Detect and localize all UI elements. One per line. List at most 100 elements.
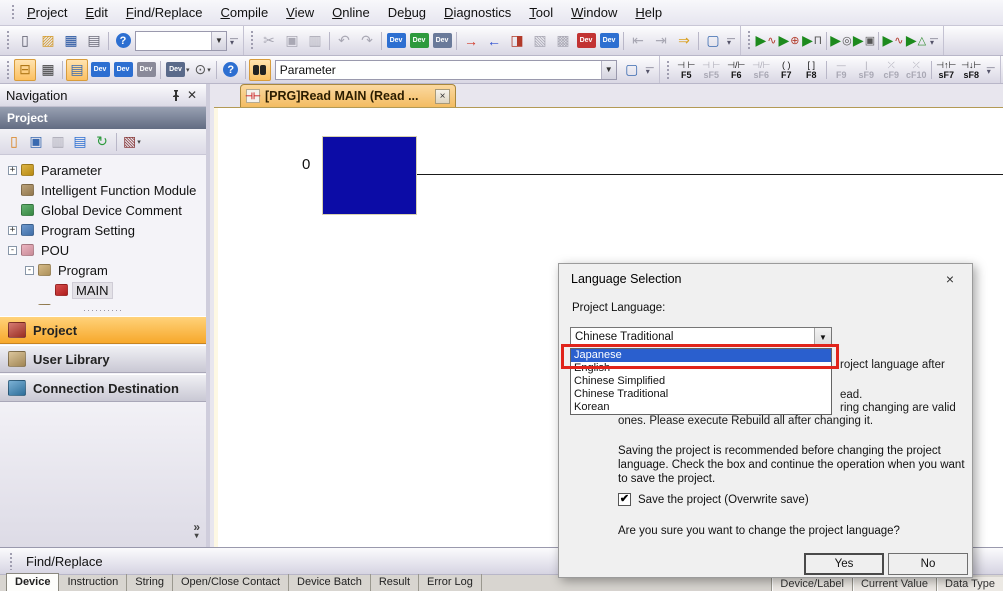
navigation-section-button[interactable]: Connection Destination (0, 374, 206, 402)
find-binoculars-icon[interactable] (249, 59, 271, 81)
ladder-cursor-cell[interactable] (322, 136, 417, 215)
device-comment-search-icon[interactable]: Dev (385, 30, 407, 52)
device-comment-icon[interactable]: Dev (89, 59, 111, 81)
device-find-icon[interactable]: ⊙▾ (193, 59, 213, 81)
jump-back-icon[interactable]: ⇤ (627, 30, 649, 52)
sampling-trace-icon[interactable]: ▶∿ (882, 30, 904, 52)
toolbar-overflow-icon[interactable]: —▾ (725, 30, 737, 52)
tree-item[interactable]: Global Device Comment (0, 200, 206, 220)
navigation-window-icon[interactable]: ⊟ (14, 59, 36, 81)
language-option[interactable]: Chinese Simplified (571, 375, 831, 388)
no-button[interactable]: No (888, 553, 968, 575)
menu-item[interactable]: Help (626, 1, 671, 24)
device-test-tool-icon[interactable]: ▶▣ (853, 30, 875, 52)
tree-item[interactable]: MAIN (0, 280, 206, 300)
menu-item[interactable]: Tool (520, 1, 562, 24)
nav-paste-icon[interactable]: ▥ (48, 131, 68, 153)
chevron-down-icon[interactable]: ▼ (211, 32, 226, 50)
nav-new-item-icon[interactable]: ▯ (4, 131, 24, 153)
nav-filter-icon[interactable]: ▧▾ (121, 131, 143, 153)
jump-next-icon[interactable]: ⇥ (650, 30, 672, 52)
stop-monitoring-icon[interactable]: ▶Π (801, 30, 823, 52)
paste-icon[interactable]: ▥ (304, 30, 326, 52)
watch-start-icon[interactable]: ▶◎ (830, 30, 852, 52)
toolbar-overflow-icon[interactable]: —▾ (928, 30, 940, 52)
tab-close-icon[interactable]: × (435, 89, 450, 104)
pin-icon[interactable] (168, 87, 184, 103)
menu-item[interactable]: Find/Replace (117, 1, 212, 24)
nav-refresh-icon[interactable]: ↻ (92, 131, 112, 153)
bottom-tab[interactable]: Device (6, 573, 59, 591)
cut-icon[interactable]: ✂ (258, 30, 280, 52)
ladder-symbol-button[interactable]: ⤫ cF9 (879, 58, 904, 82)
ladder-symbol-button[interactable]: ⊣ ⊢ F5 (674, 58, 699, 82)
menu-item[interactable]: Compile (211, 1, 277, 24)
dialog-title-bar[interactable]: Language Selection × (559, 264, 972, 294)
bottom-tab[interactable]: Open/Close Contact (173, 574, 289, 591)
nav-copy-icon[interactable]: ▣ (26, 131, 46, 153)
tree-expand-toggle[interactable]: + (8, 166, 17, 175)
help-icon[interactable]: ? (112, 30, 134, 52)
help-2-icon[interactable]: ? (220, 59, 242, 81)
save-project-icon[interactable]: ▦ (60, 30, 82, 52)
menu-item[interactable]: Online (323, 1, 379, 24)
device-monitor-icon[interactable]: Dev (575, 30, 597, 52)
language-option[interactable]: Chinese Traditional (571, 388, 831, 401)
ladder-symbol-button[interactable]: ⊣↑⊢ sF7 (934, 58, 959, 82)
bottom-tab[interactable]: Device Batch (289, 574, 371, 591)
tree-item[interactable]: + Program Setting (0, 220, 206, 240)
verify-with-plc-icon[interactable]: ◨ (506, 30, 528, 52)
new-window-icon[interactable]: ▢ (621, 59, 643, 81)
menu-item[interactable]: View (277, 1, 323, 24)
tree-expand-toggle[interactable]: + (8, 226, 17, 235)
nav-sort-icon[interactable]: ▤ (70, 131, 90, 153)
ladder-symbol-button[interactable]: ⤫ cF10 (904, 58, 929, 82)
list-view-icon[interactable]: ▤ (66, 59, 88, 81)
open-project-icon[interactable]: ▨ (37, 30, 59, 52)
menu-item[interactable]: Diagnostics (435, 1, 520, 24)
menu-item[interactable]: Window (562, 1, 626, 24)
save-project-checkbox-row[interactable]: ✔ Save the project (Overwrite save) (618, 493, 809, 506)
language-option[interactable]: English (571, 362, 831, 375)
tree-expand-toggle[interactable]: - (25, 266, 34, 275)
ladder-symbol-button[interactable]: ⊣↓⊢ sF8 (959, 58, 984, 82)
redo-icon[interactable]: ↷ (356, 30, 378, 52)
print-icon[interactable]: ▤ (83, 30, 105, 52)
remote-operation-icon[interactable]: ▧ (529, 30, 551, 52)
close-panel-icon[interactable]: ✕ (184, 87, 200, 103)
menu-item[interactable]: Edit (76, 1, 116, 24)
toolbar-overflow-icon[interactable]: —▾ (985, 59, 997, 81)
panel-splitter-grip[interactable]: ·········· (0, 305, 206, 315)
monitor-pc-icon[interactable]: ▢ (702, 30, 724, 52)
ladder-symbol-button[interactable]: | sF9 (854, 58, 879, 82)
language-option[interactable]: Korean (571, 401, 831, 414)
plc-memory-icon[interactable]: ▩ (552, 30, 574, 52)
bottom-tab[interactable]: Instruction (59, 574, 127, 591)
chevron-down-icon[interactable]: ▼ (601, 61, 616, 79)
menu-item[interactable]: Project (18, 1, 76, 24)
project-language-combobox[interactable]: Chinese Traditional ▼ (570, 327, 832, 347)
ladder-symbol-button[interactable]: [ ] F8 (799, 58, 824, 82)
ladder-symbol-button[interactable]: ⊣/⊢ F6 (724, 58, 749, 82)
section-overflow-chevron[interactable]: »▾ (193, 524, 200, 539)
bottom-tab[interactable]: Result (371, 574, 419, 591)
tree-item[interactable]: - POU (0, 240, 206, 260)
device-display-icon[interactable]: Dev (408, 30, 430, 52)
write-to-plc-icon[interactable]: → (460, 30, 482, 52)
watch-column-header[interactable]: Data Type (936, 577, 1003, 591)
tree-item[interactable]: Intelligent Function Module (0, 180, 206, 200)
function-block-icon[interactable]: ▦ (37, 59, 59, 81)
ladder-symbol-button[interactable]: ⊣ ⊢ sF5 (699, 58, 724, 82)
undo-icon[interactable]: ↶ (333, 30, 355, 52)
navigation-section-button[interactable]: Project (0, 316, 206, 344)
checkbox-checked-icon[interactable]: ✔ (618, 493, 631, 506)
menu-item[interactable]: Debug (379, 1, 435, 24)
language-option[interactable]: Japanese (571, 349, 831, 362)
toolbar-overflow-icon[interactable]: —▾ (644, 59, 656, 81)
new-project-icon[interactable]: ▯ (14, 30, 36, 52)
dialog-close-icon[interactable]: × (940, 271, 960, 287)
chevron-down-icon[interactable]: ▼ (814, 328, 831, 346)
ladder-symbol-button[interactable]: ( ) F7 (774, 58, 799, 82)
copy-icon[interactable]: ▣ (281, 30, 303, 52)
watch-column-header[interactable]: Device/Label (771, 577, 852, 591)
